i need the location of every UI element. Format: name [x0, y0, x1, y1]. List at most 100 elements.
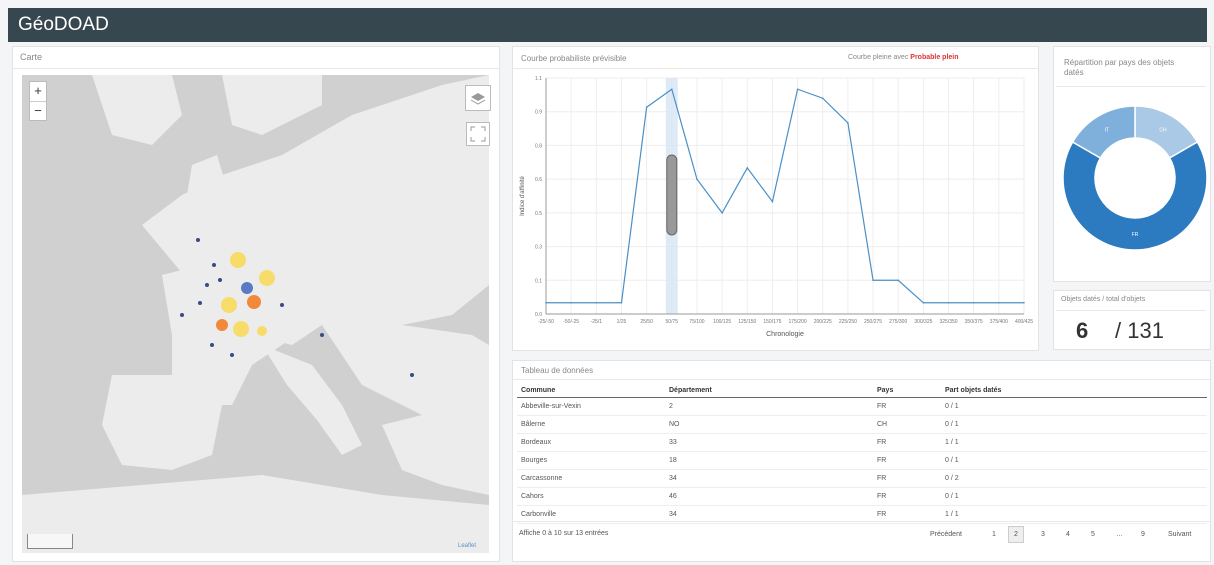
cell-pays: FR	[873, 451, 941, 470]
col-pays[interactable]: Pays	[873, 384, 941, 398]
x-tick-label: 200/225	[814, 319, 832, 325]
chart-note: Courbe pleine avec Probable plein	[848, 54, 959, 61]
table-panel-title: Tableau de données	[521, 366, 594, 375]
data-point	[670, 88, 673, 91]
x-tick-label: 100/125	[713, 319, 731, 325]
y-tick-label: 0.8	[535, 143, 542, 149]
y-tick-label: 1.1	[535, 76, 542, 82]
map-marker[interactable]	[221, 297, 237, 313]
cell-commune: Carcassonne	[517, 469, 665, 488]
layers-button[interactable]	[465, 85, 491, 111]
x-tick-label: -50/-25	[563, 319, 579, 325]
map-scale	[27, 534, 73, 549]
col-commune[interactable]: Commune	[517, 384, 665, 398]
x-tick-label: 25/50	[640, 319, 653, 325]
cell-pays: CH	[873, 415, 941, 434]
pager-page-1[interactable]: 1	[992, 531, 996, 538]
app-header: GéoDOAD	[8, 8, 1207, 42]
y-tick-label: 0.0	[535, 312, 542, 318]
x-tick-label: 175/200	[789, 319, 807, 325]
data-point	[897, 279, 900, 282]
cell-departement: 2	[665, 397, 873, 416]
map-attribution[interactable]: Leaflet	[458, 543, 476, 549]
x-tick-label: 1/25	[617, 319, 627, 325]
range-handle[interactable]	[666, 154, 678, 236]
table-row[interactable]: Carcassonne 34 FR 0 / 2	[517, 469, 1207, 488]
pager-page-4[interactable]: 4	[1066, 531, 1070, 538]
y-tick-label: 0.3	[535, 245, 542, 251]
pager-page-2[interactable]: 2	[1008, 526, 1024, 543]
cell-commune: Abbeville-sur-Vexin	[517, 397, 665, 416]
cell-part: 0 / 1	[941, 397, 1207, 416]
probable-plein-link[interactable]: Probable plein	[910, 54, 958, 61]
cell-departement: 34	[665, 469, 873, 488]
cell-commune: Bourges	[517, 451, 665, 470]
table-row[interactable]: Bordeaux 33 FR 1 / 1	[517, 433, 1207, 452]
table-info: Affiche 0 à 10 sur 13 entrées	[519, 530, 609, 537]
cell-departement: NO	[665, 415, 873, 434]
cell-pays: FR	[873, 433, 941, 452]
total-objects-count: / 131	[1115, 318, 1164, 343]
x-tick-label: 275/300	[889, 319, 907, 325]
cell-pays: FR	[873, 469, 941, 488]
map-canvas[interactable]	[22, 75, 489, 553]
map-marker[interactable]	[257, 326, 267, 336]
fullscreen-button[interactable]	[466, 122, 490, 146]
data-point	[645, 106, 648, 109]
x-tick-label: -25/-50	[538, 319, 554, 325]
donut-slice-label: CH	[1159, 128, 1167, 134]
data-point	[545, 301, 547, 304]
layers-icon	[470, 93, 486, 105]
x-tick-label: 125/150	[738, 319, 756, 325]
data-point	[746, 167, 749, 169]
cell-part: 0 / 1	[941, 487, 1207, 506]
table-row[interactable]: Bâlerne NO CH 0 / 1	[517, 415, 1207, 434]
probability-chart: 0.0 0.1 0.3 0.5 0.6 0.8 0.9 1.1 -25/-50 -50/-25 -2…	[520, 76, 1033, 338]
dated-objects-count: 6	[1076, 318, 1089, 343]
data-point	[972, 301, 975, 304]
map-marker[interactable]	[233, 321, 249, 337]
x-tick-label: 325/350	[939, 319, 957, 325]
x-tick-label: 225/250	[839, 319, 857, 325]
col-departement[interactable]: Département	[665, 384, 873, 398]
table-row[interactable]: Bourges 18 FR 0 / 1	[517, 451, 1207, 470]
pager-page-5[interactable]: 5	[1091, 531, 1095, 538]
map-marker[interactable]	[259, 270, 275, 286]
pager-ellipsis: …	[1116, 531, 1123, 538]
map-marker[interactable]	[230, 252, 246, 268]
donut-panel-title: Répartition par pays des objets datés	[1064, 58, 1175, 77]
table-row[interactable]: Abbeville-sur-Vexin 2 FR 0 / 1	[517, 397, 1207, 416]
x-tick-label: -25/1	[591, 319, 603, 325]
map-zoom-control: + −	[29, 81, 47, 121]
donut-slice-label: FR	[1132, 232, 1139, 238]
pager-page-9[interactable]: 9	[1141, 531, 1145, 538]
y-tick-label: 0.6	[535, 177, 542, 183]
pager-next[interactable]: Suivant	[1168, 531, 1191, 538]
map-marker[interactable]	[247, 295, 261, 309]
data-point	[947, 301, 950, 304]
zoom-in-button[interactable]: +	[30, 82, 46, 102]
data-point	[847, 122, 849, 124]
data-point	[922, 301, 925, 304]
pager-prev[interactable]: Précédent	[930, 531, 962, 538]
app-title: GéoDOAD	[18, 14, 109, 35]
x-tick-label: 400/425	[1015, 319, 1033, 325]
data-point	[872, 279, 874, 282]
col-part-objets[interactable]: Part objets datés	[941, 384, 1207, 398]
zoom-out-button[interactable]: −	[30, 102, 46, 121]
x-tick-label: 375/400	[990, 319, 1008, 325]
y-tick-label: 0.1	[535, 278, 542, 284]
map-marker[interactable]	[216, 319, 228, 331]
chart-panel-title: Courbe probabiliste prévisible	[521, 54, 627, 63]
fullscreen-icon	[470, 126, 486, 142]
cell-pays: FR	[873, 397, 941, 416]
x-tick-label: 350/375	[965, 319, 983, 325]
table-row[interactable]: Cahors 46 FR 0 / 1	[517, 487, 1207, 506]
data-point	[721, 212, 723, 214]
cell-departement: 18	[665, 451, 873, 470]
map-marker[interactable]	[241, 282, 253, 294]
data-point	[1023, 301, 1025, 304]
pager-page-3[interactable]: 3	[1041, 531, 1045, 538]
donut-slice-label: IT	[1105, 128, 1109, 134]
x-tick-label: 250/275	[864, 319, 882, 325]
